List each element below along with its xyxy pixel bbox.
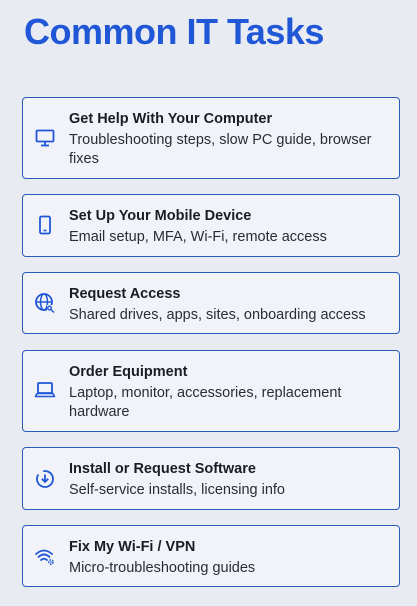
task-card-fix-wifi-vpn[interactable]: Fix My Wi-Fi / VPN Micro-troubleshooting… [22,525,400,587]
page-title: Common IT Tasks [24,11,324,52]
task-card-install-software[interactable]: Install or Request Software Self-service… [22,447,400,510]
wifi-gear-icon [34,545,56,567]
globe-key-icon [34,292,56,314]
task-description: Troubleshooting steps, slow PC guide, br… [69,132,372,167]
task-card-computer-help[interactable]: Get Help With Your Computer Troubleshoot… [22,97,400,179]
laptop-icon [34,379,56,401]
task-card-request-access[interactable]: Request Access Shared drives, apps, site… [22,272,400,334]
task-description: Email setup, MFA, Wi-Fi, remote access [69,229,327,245]
task-description: Self-service installs, licensing info [69,482,285,498]
mobile-phone-icon [34,214,56,236]
task-title: Request Access [69,286,181,302]
task-card-mobile-setup[interactable]: Set Up Your Mobile Device Email setup, M… [22,194,400,257]
task-title: Order Equipment [69,364,188,380]
task-description: Shared drives, apps, sites, onboarding a… [69,307,366,323]
task-card-order-equipment[interactable]: Order Equipment Laptop, monitor, accesso… [22,350,400,432]
task-description: Micro-troubleshooting guides [69,560,256,576]
task-title: Get Help With Your Computer [69,111,273,127]
page: Common IT Tasks Get Help With Your Compu… [0,0,417,606]
task-title: Install or Request Software [69,461,256,477]
task-title: Fix My Wi-Fi / VPN [69,539,196,555]
task-description: Laptop, monitor, accessories, replacemen… [69,385,342,420]
download-circle-icon [34,468,56,490]
task-title: Set Up Your Mobile Device [69,208,252,224]
desktop-monitor-icon [34,127,56,149]
